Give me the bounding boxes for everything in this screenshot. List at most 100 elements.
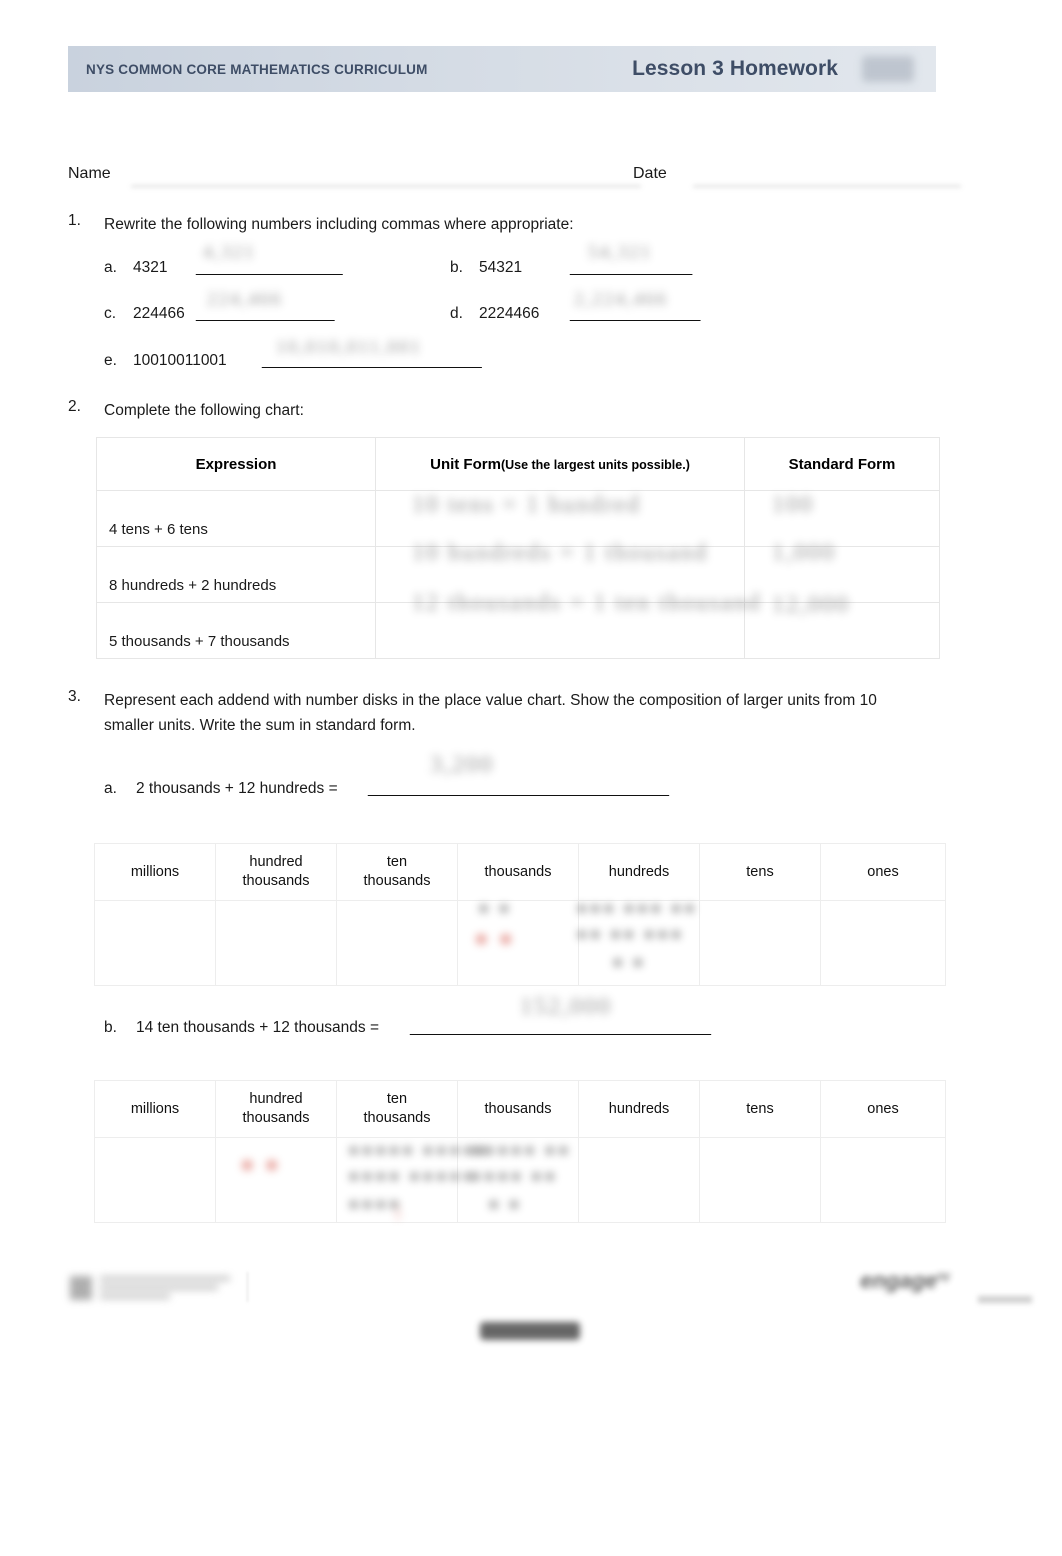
- expression-chart: Expression Unit Form(Use the largest uni…: [96, 437, 940, 659]
- name-field[interactable]: [131, 179, 641, 190]
- footer-logo-mark: [70, 1276, 92, 1300]
- pvc-b-col-millions-l1: millions: [130, 1100, 180, 1117]
- footer-logo-line-3: [100, 1294, 170, 1299]
- pvc-a-col-ten-thousands: ten thousands: [336, 843, 458, 901]
- q3-item-a-expression: 2 thousands + 12 hundreds =: [136, 780, 338, 797]
- q1-item-b-value: 54321: [479, 259, 523, 276]
- question-3-prompt: Represent each addend with number disks …: [104, 692, 877, 734]
- q1-item-a-blank[interactable]: __________________: [196, 259, 343, 277]
- footer-logo-left: [70, 1272, 245, 1306]
- chart-row-0-standard-form[interactable]: [744, 490, 940, 547]
- pvc-b-col-hundred-thousands-l2: thousands: [242, 1110, 310, 1126]
- pvc-b-col-hundreds: hundreds: [578, 1080, 700, 1138]
- chart-row-0-expression: 4 tens + 6 tens: [96, 490, 376, 547]
- pvc-a-col-millions: millions: [94, 843, 216, 901]
- chart-row-2-unit-form[interactable]: [375, 602, 745, 659]
- footer-divider: [247, 1272, 248, 1302]
- pvc-a-cell-tens[interactable]: [699, 900, 821, 986]
- pvc-b-col-tens-l1: tens: [746, 1100, 774, 1117]
- footer-brand-superscript: ny: [937, 1270, 950, 1283]
- pvc-b-col-hundred-thousands-l1: hundred: [249, 1091, 303, 1107]
- pvc-a-col-hundred-thousands-l2: thousands: [242, 873, 310, 889]
- q1-item-a-value: 4321: [133, 259, 168, 276]
- q1-item-a-letter: a.: [104, 259, 117, 276]
- footer-logo-line-2: [100, 1285, 218, 1290]
- q3-item-a-blank[interactable]: _____________________________________: [368, 780, 669, 798]
- question-2-prompt: Complete the following chart:: [104, 402, 304, 419]
- footer-center-redaction: [480, 1322, 580, 1340]
- q1-item-d-blank[interactable]: ________________: [570, 305, 700, 323]
- header-redaction-box: [862, 56, 914, 82]
- table-row: 5 thousands + 7 thousands: [96, 602, 940, 659]
- pvc-a-col-ones: ones: [820, 843, 946, 901]
- chart-row-1-unit-form[interactable]: [375, 546, 745, 603]
- pvc-a-col-tens-l1: tens: [746, 863, 774, 880]
- pvc-a-cell-hundreds[interactable]: [578, 900, 700, 986]
- q1-item-e-value: 10010011001: [133, 352, 227, 369]
- pvc-b-col-millions: millions: [94, 1080, 216, 1138]
- q1-item-c-blank[interactable]: _________________: [196, 305, 335, 323]
- pvc-a-col-hundreds: hundreds: [578, 843, 700, 901]
- place-value-chart-b: millions hundred thousands ten thousands t…: [94, 1080, 946, 1223]
- q1-item-e-letter: e.: [104, 352, 117, 369]
- table-row: 4 tens + 6 tens: [96, 490, 940, 547]
- chart-row-2-expression-text: 5 thousands + 7 thousands: [109, 633, 290, 650]
- pvc-b-col-tens: tens: [699, 1080, 821, 1138]
- page-header-banner: NYS COMMON CORE MATHEMATICS CURRICULUM L…: [68, 46, 936, 92]
- pvc-b-col-hundreds-l1: hundreds: [608, 1100, 670, 1117]
- pvc-b-header-row: millions hundred thousands ten thousands t…: [94, 1080, 946, 1138]
- q1-item-d-letter: d.: [450, 305, 463, 322]
- pvc-a-col-ones-l1: ones: [867, 863, 899, 880]
- pvc-a-work-row: [94, 900, 946, 986]
- footer-brand-logo: engageny: [860, 1268, 950, 1294]
- question-1-prompt: Rewrite the following numbers including …: [104, 216, 574, 233]
- pvc-a-cell-ones[interactable]: [820, 900, 946, 986]
- place-value-chart-a: millions hundred thousands ten thousands t…: [94, 843, 946, 986]
- pvc-b-cell-ones[interactable]: [820, 1137, 946, 1223]
- chart-col-unit-form-sub: (Use the largest units possible.): [500, 457, 690, 472]
- pvc-b-cell-hundreds[interactable]: [578, 1137, 700, 1223]
- chart-col-unit-form: Unit Form(Use the largest units possible…: [375, 437, 745, 491]
- footer-right-redaction: [978, 1296, 1032, 1303]
- q1-item-b-blank[interactable]: _______________: [570, 259, 692, 277]
- q3-item-b-blank[interactable]: _____________________________________: [410, 1019, 711, 1037]
- chart-row-2-expression: 5 thousands + 7 thousands: [96, 602, 376, 659]
- date-field[interactable]: [693, 179, 961, 190]
- lesson-title: Lesson 3 Homework: [632, 57, 838, 80]
- name-label: Name: [68, 165, 111, 182]
- pvc-b-col-ten-thousands-l1: ten: [386, 1091, 408, 1107]
- q1-item-c-value: 224466: [133, 305, 185, 322]
- pvc-a-cell-hundred-thousands[interactable]: [215, 900, 337, 986]
- question-3-number: 3.: [68, 688, 81, 705]
- pvc-a-cell-ten-thousands[interactable]: [336, 900, 458, 986]
- chart-row-1-standard-form[interactable]: [744, 546, 940, 603]
- pvc-b-cell-hundred-thousands[interactable]: [215, 1137, 337, 1223]
- pvc-a-col-thousands: thousands: [457, 843, 579, 901]
- q1-item-c-letter: c.: [104, 305, 117, 322]
- pvc-b-cell-thousands[interactable]: [457, 1137, 579, 1223]
- pvc-a-col-thousands-l1: thousands: [484, 863, 552, 880]
- q3-item-b-handwriting: 152,000: [520, 994, 612, 1020]
- curriculum-title: NYS COMMON CORE MATHEMATICS CURRICULUM: [86, 61, 428, 77]
- pvc-a-col-tens: tens: [699, 843, 821, 901]
- pvc-a-col-hundred-thousands: hundred thousands: [215, 843, 337, 901]
- q1-item-d-value: 2224466: [479, 305, 540, 322]
- pvc-b-cell-ten-thousands[interactable]: [336, 1137, 458, 1223]
- pvc-b-col-ten-thousands-l2: thousands: [363, 1110, 431, 1126]
- pvc-b-col-ones: ones: [820, 1080, 946, 1138]
- pvc-a-cell-millions[interactable]: [94, 900, 216, 986]
- q3-item-a-letter: a.: [104, 780, 117, 797]
- pvc-a-col-hundred-thousands-l1: hundred: [249, 854, 303, 870]
- table-row: 8 hundreds + 2 hundreds: [96, 546, 940, 603]
- q1-item-e-blank[interactable]: ___________________________: [262, 352, 482, 370]
- chart-row-0-unit-form[interactable]: [375, 490, 745, 547]
- pvc-b-col-ten-thousands: ten thousands: [336, 1080, 458, 1138]
- pvc-a-header-row: millions hundred thousands ten thousands t…: [94, 843, 946, 901]
- q3-item-b-letter: b.: [104, 1019, 117, 1036]
- chart-row-2-standard-form[interactable]: [744, 602, 940, 659]
- pvc-a-cell-thousands[interactable]: [457, 900, 579, 986]
- pvc-a-col-ten-thousands-l1: ten: [386, 854, 408, 870]
- pvc-b-cell-millions[interactable]: [94, 1137, 216, 1223]
- q3-item-a-handwriting: 3,200: [430, 752, 494, 778]
- pvc-b-cell-tens[interactable]: [699, 1137, 821, 1223]
